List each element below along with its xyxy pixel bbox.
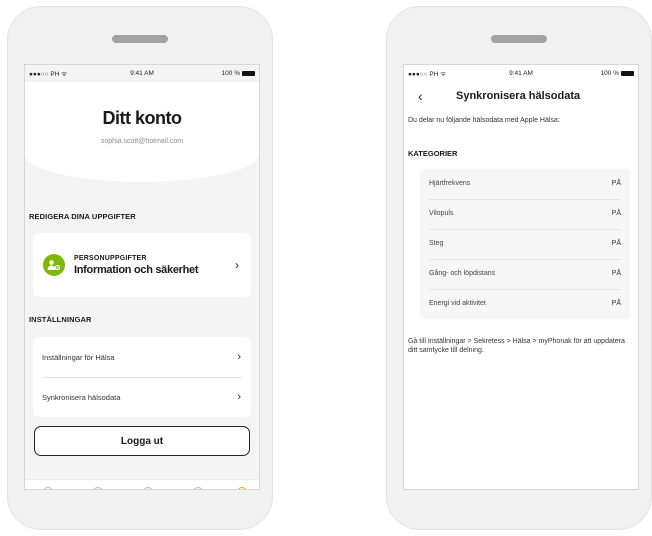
settings-list: Inställningar för Hälsa › Synkronisera h… (33, 337, 251, 417)
category-row-walk-run-distance[interactable]: Gång- och löpdistans PÅ (420, 258, 630, 289)
speaker-grille (112, 35, 168, 43)
category-label: Energi vid aktivitet (429, 300, 486, 307)
category-status: PÅ (611, 180, 621, 187)
tab-bar (25, 479, 259, 489)
carrier-signal: ●●●○○ PH ᯤ (408, 71, 447, 78)
personal-info-title: Information och säkerhet (74, 263, 199, 276)
back-chevron-icon[interactable]: ‹ (418, 88, 423, 104)
category-status: PÅ (611, 270, 621, 277)
sharing-intro-text: Du delar nu följande hälsodata med Apple… (408, 117, 560, 124)
tab-devices-icon[interactable] (93, 487, 103, 489)
category-row-heart-rate[interactable]: Hjärtfrekvens PÅ (420, 169, 630, 199)
tab-health-icon[interactable] (143, 487, 153, 489)
battery-icon (242, 70, 255, 76)
account-email: sophia.scott@hotmail.com (100, 138, 184, 145)
battery-indicator: 100 % (222, 70, 255, 77)
category-label: Vilopuls (429, 210, 454, 217)
settings-section-heading: INSTÄLLNINGAR (29, 315, 92, 324)
tab-home-icon[interactable] (43, 487, 53, 489)
category-status: PÅ (611, 240, 621, 247)
account-header: Ditt konto sophia.scott@hotmail.com (25, 82, 259, 182)
chevron-right-icon: › (237, 351, 241, 363)
categories-list: Hjärtfrekvens PÅ Vilopuls PÅ Steg PÅ Gån… (420, 168, 630, 319)
status-time: 9:41 AM (509, 70, 533, 77)
chevron-right-icon: › (237, 391, 241, 403)
battery-label: 100 % (221, 70, 240, 77)
phone-frame-account: ●●●○○ PH ᯤ 9:41 AM 100 % Ditt konto soph… (7, 6, 273, 530)
account-screen: ●●●○○ PH ᯤ 9:41 AM 100 % Ditt konto soph… (24, 64, 260, 490)
battery-label: 100 % (600, 70, 619, 77)
tab-support-icon[interactable] (193, 487, 203, 489)
settings-item-health[interactable]: Inställningar för Hälsa › (33, 337, 251, 377)
category-row-active-energy[interactable]: Energi vid aktivitet PÅ (420, 288, 630, 319)
user-settings-icon (43, 254, 65, 276)
settings-item-label: Inställningar för Hälsa (42, 352, 115, 362)
sync-health-screen: ●●●○○ PH ᯤ 9:41 AM 100 % ‹ Synkronisera … (403, 64, 639, 490)
settings-item-label: Synkronisera hälsodata (42, 392, 121, 402)
page-title: Synkronisera hälsodata (456, 89, 581, 102)
settings-item-sync-health[interactable]: Synkronisera hälsodata › (33, 377, 251, 417)
category-status: PÅ (611, 300, 621, 307)
tab-account-icon[interactable] (237, 487, 247, 489)
category-row-steps[interactable]: Steg PÅ (420, 228, 630, 259)
phone-frame-sync: ●●●○○ PH ᯤ 9:41 AM 100 % ‹ Synkronisera … (386, 6, 652, 530)
personal-info-card[interactable]: PERSONUPPGIFTER Information och säkerhet… (33, 233, 251, 297)
chevron-right-icon: › (235, 258, 239, 272)
battery-icon (621, 70, 634, 76)
consent-footer-text: Gå till Inställningar > Sekretess > Häls… (408, 337, 625, 355)
page-title: Ditt konto (102, 108, 182, 128)
category-status: PÅ (611, 210, 621, 217)
carrier-signal: ●●●○○ PH ᯤ (29, 71, 68, 78)
status-time: 9:41 AM (130, 70, 154, 77)
personal-info-label: PERSONUPPGIFTER (74, 254, 147, 262)
logout-button[interactable]: Logga ut (34, 426, 250, 456)
status-bar: ●●●○○ PH ᯤ 9:41 AM 100 % (25, 65, 259, 82)
category-label: Hjärtfrekvens (429, 180, 471, 187)
category-row-resting-pulse[interactable]: Vilopuls PÅ (420, 198, 630, 229)
category-label: Steg (429, 240, 444, 247)
category-label: Gång- och löpdistans (429, 270, 496, 277)
battery-indicator: 100 % (601, 70, 634, 77)
navigation-bar: ‹ Synkronisera hälsodata (404, 82, 638, 109)
edit-section-heading: REDIGERA DINA UPPGIFTER (29, 212, 136, 221)
status-bar: ●●●○○ PH ᯤ 9:41 AM 100 % (404, 65, 638, 82)
categories-heading: KATEGORIER (408, 148, 458, 158)
speaker-grille (491, 35, 547, 43)
